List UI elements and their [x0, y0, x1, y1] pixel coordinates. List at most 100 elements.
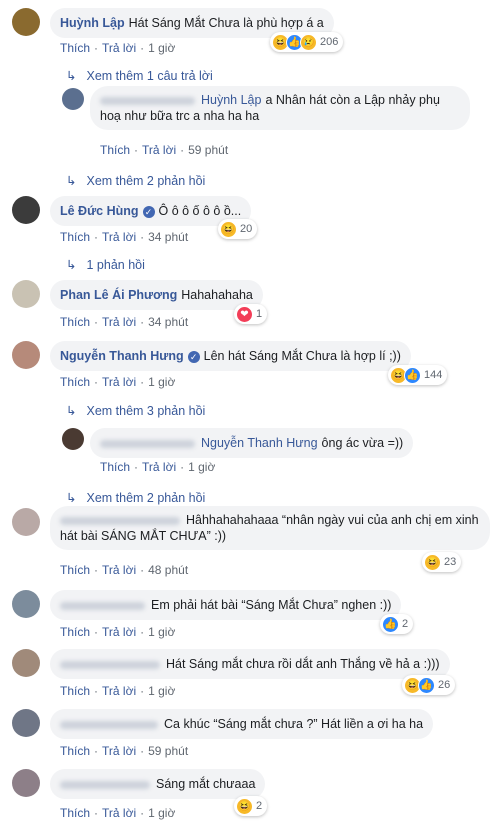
reaction-summary[interactable]: 😆 👍 😢 206: [270, 32, 344, 52]
comment-time[interactable]: 34 phút: [148, 315, 188, 329]
separator: ·: [134, 460, 139, 474]
reply-link[interactable]: Trả lời: [102, 684, 136, 698]
like-link[interactable]: Thích: [60, 41, 90, 55]
comment-actions: Thích · Trả lời · 1 giờ: [100, 460, 215, 474]
comment-author[interactable]: Phan Lê Ái Phương: [60, 288, 177, 302]
reply-arrow-icon: ↳: [66, 404, 77, 418]
comment-bubble: Nguyễn Thanh Hưng ông ác vừa =)): [90, 428, 414, 458]
love-reaction-icon: ❤: [236, 305, 253, 323]
comment-actions: Thích · Trả lời · 1 giờ: [60, 375, 175, 389]
sad-reaction-icon: 😢: [300, 33, 317, 51]
reply-link[interactable]: Trả lời: [142, 460, 176, 474]
comment-time[interactable]: 59 phút: [148, 744, 188, 758]
reply-link[interactable]: Trả lời: [102, 315, 136, 329]
avatar[interactable]: [12, 196, 40, 224]
avatar[interactable]: [12, 649, 40, 677]
comment-bubble: Phan Lê Ái Phương Hahahahaha: [50, 280, 263, 310]
reaction-summary[interactable]: 😆 20: [218, 219, 258, 239]
reply-link[interactable]: Trả lời: [102, 563, 136, 577]
avatar[interactable]: [12, 341, 40, 369]
reaction-summary[interactable]: 😆 2: [234, 796, 268, 816]
view-more-replies-link[interactable]: ↳ Xem thêm 3 phản hồi: [66, 403, 205, 418]
separator: ·: [94, 625, 99, 639]
reply-link[interactable]: Trả lời: [102, 744, 136, 758]
reply-link[interactable]: Trả lời: [102, 625, 136, 639]
haha-reaction-icon: 😆: [424, 553, 441, 571]
avatar[interactable]: [62, 428, 84, 450]
separator: ·: [140, 315, 145, 329]
reply-link[interactable]: Trả lời: [102, 375, 136, 389]
separator: ·: [140, 230, 145, 244]
verified-badge-icon: ✓: [187, 350, 200, 363]
view-more-replies-link[interactable]: ↳ Xem thêm 1 câu trả lời: [66, 68, 213, 83]
avatar[interactable]: [12, 590, 40, 618]
like-link[interactable]: Thích: [60, 315, 90, 329]
blurred-author-name[interactable]: [60, 780, 150, 789]
like-reaction-icon: 👍: [404, 366, 421, 384]
like-reaction-icon: 👍: [418, 676, 435, 694]
comment-text: ông ác vừa =)): [321, 436, 404, 450]
avatar[interactable]: [12, 8, 40, 36]
blurred-author-name[interactable]: [60, 660, 160, 669]
comment-text: Ô ô ô ố ô ô ồ...: [158, 204, 242, 218]
avatar[interactable]: [12, 280, 40, 308]
like-link[interactable]: Thích: [100, 143, 130, 157]
blurred-author-name[interactable]: [60, 516, 180, 525]
separator: ·: [94, 230, 99, 244]
comment-time[interactable]: 1 giờ: [148, 806, 175, 820]
separator: ·: [94, 744, 99, 758]
mention-link[interactable]: Nguyễn Thanh Hưng: [201, 436, 318, 450]
avatar[interactable]: [12, 769, 40, 797]
avatar[interactable]: [12, 709, 40, 737]
comment-time[interactable]: 1 giờ: [188, 460, 215, 474]
separator: ·: [94, 684, 99, 698]
like-link[interactable]: Thích: [60, 806, 90, 820]
reaction-summary[interactable]: ❤ 1: [234, 304, 268, 324]
reaction-summary[interactable]: 😆 23: [422, 552, 462, 572]
comment-time[interactable]: 48 phút: [148, 563, 188, 577]
comment-actions: Thích · Trả lời · 59 phút: [60, 744, 188, 758]
blurred-author-name[interactable]: [60, 720, 158, 729]
comment-time[interactable]: 1 giờ: [148, 41, 175, 55]
blurred-author-name[interactable]: [60, 601, 145, 610]
view-more-replies-link[interactable]: ↳ 1 phản hồi: [66, 257, 145, 272]
like-link[interactable]: Thích: [60, 563, 90, 577]
reply-link[interactable]: Trả lời: [142, 143, 176, 157]
like-link[interactable]: Thích: [60, 744, 90, 758]
reply-arrow-icon: ↳: [66, 258, 77, 272]
comment-time[interactable]: 34 phút: [148, 230, 188, 244]
like-link[interactable]: Thích: [60, 625, 90, 639]
avatar[interactable]: [62, 88, 84, 110]
reply-arrow-icon: ↳: [66, 174, 77, 188]
comment-time[interactable]: 1 giờ: [148, 625, 175, 639]
like-link[interactable]: Thích: [60, 375, 90, 389]
reply-link[interactable]: Trả lời: [102, 230, 136, 244]
reaction-summary[interactable]: 👍 2: [380, 614, 414, 634]
view-more-replies-link[interactable]: ↳ Xem thêm 2 phản hồi: [66, 173, 205, 188]
reaction-summary[interactable]: 😆 👍 144: [388, 365, 448, 385]
view-more-replies-link[interactable]: ↳ Xem thêm 2 phản hồi: [66, 490, 205, 505]
avatar[interactable]: [12, 508, 40, 536]
reply-link[interactable]: Trả lời: [102, 41, 136, 55]
blurred-author-name[interactable]: [100, 96, 195, 105]
comment-author[interactable]: Nguyễn Thanh Hưng: [60, 349, 184, 363]
haha-reaction-icon: 😆: [236, 797, 253, 815]
blurred-author-name[interactable]: [100, 439, 195, 448]
comment-text: Hát Sáng mắt chưa rồi dắt anh Thắng về h…: [166, 657, 440, 671]
reaction-summary[interactable]: 😆 👍 26: [402, 675, 456, 695]
separator: ·: [140, 806, 145, 820]
view-more-label: Xem thêm 1 câu trả lời: [86, 69, 213, 83]
comment-time[interactable]: 1 giờ: [148, 684, 175, 698]
mention-link[interactable]: Huỳnh Lập: [201, 93, 261, 107]
comment-actions: Thích · Trả lời · 34 phút: [60, 230, 188, 244]
comment-author[interactable]: Huỳnh Lập: [60, 16, 125, 30]
like-link[interactable]: Thích: [60, 684, 90, 698]
like-link[interactable]: Thích: [100, 460, 130, 474]
reply-link[interactable]: Trả lời: [102, 806, 136, 820]
comment-bubble: Em phải hát bài “Sáng Mắt Chưa” nghen :)…: [50, 590, 402, 620]
like-link[interactable]: Thích: [60, 230, 90, 244]
comment-time[interactable]: 59 phút: [188, 143, 228, 157]
separator: ·: [94, 806, 99, 820]
comment-time[interactable]: 1 giờ: [148, 375, 175, 389]
comment-author[interactable]: Lê Đức Hùng: [60, 204, 139, 218]
